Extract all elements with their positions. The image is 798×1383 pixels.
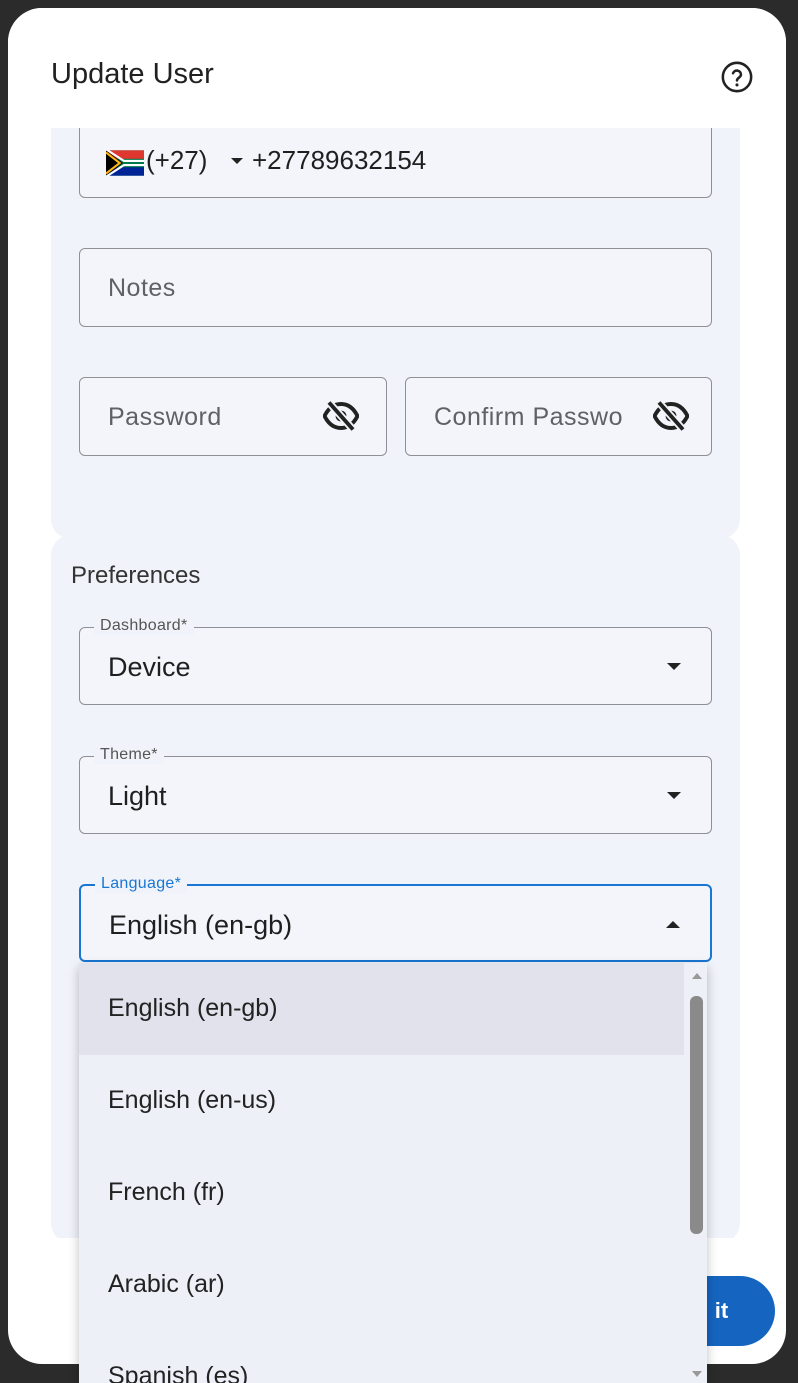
menu-scroll-thumb[interactable]	[690, 996, 703, 1234]
phone-country-code[interactable]: (+27)	[146, 145, 207, 176]
language-select[interactable]: Language* English (en-gb)	[79, 875, 712, 962]
theme-label: Theme*	[94, 746, 164, 764]
notes-placeholder: Notes	[108, 274, 176, 302]
dialog-title: Update User	[51, 58, 214, 90]
preferences-heading: Preferences	[71, 562, 201, 589]
password-placeholder: Password	[108, 403, 222, 431]
confirm-password-field[interactable]: Confirm Passwo	[405, 377, 712, 456]
chevron-down-icon[interactable]	[667, 792, 681, 799]
scroll-down-arrow-icon[interactable]	[692, 1371, 702, 1377]
password-field[interactable]: Password	[79, 377, 387, 456]
dashboard-label: Dashboard*	[94, 617, 194, 635]
menu-item-label: English (en-us)	[108, 1086, 277, 1114]
menu-item-ar[interactable]: Arabic (ar)	[79, 1239, 684, 1331]
menu-item-fr[interactable]: French (fr)	[79, 1147, 684, 1239]
dashboard-value: Device	[108, 652, 191, 682]
dialog-scrollbar[interactable]	[784, 128, 786, 1238]
language-value: English (en-gb)	[109, 910, 293, 940]
theme-value: Light	[108, 781, 167, 811]
language-label: Language*	[95, 875, 188, 893]
eye-off-icon[interactable]	[323, 401, 359, 431]
eye-off-icon[interactable]	[653, 401, 689, 431]
chevron-up-icon[interactable]	[666, 921, 680, 928]
menu-item-label: Arabic (ar)	[108, 1270, 225, 1298]
help-circle-icon[interactable]	[720, 60, 754, 94]
phone-field[interactable]: (+27) +27789632154	[79, 128, 712, 198]
menu-item-en-gb[interactable]: English (en-gb)	[79, 963, 684, 1055]
menu-item-label: French (fr)	[108, 1178, 225, 1206]
south-africa-flag-icon[interactable]	[106, 150, 144, 176]
menu-item-label: Spanish (es)	[108, 1362, 249, 1383]
dashboard-select[interactable]: Dashboard* Device	[79, 617, 712, 705]
phone-number-value[interactable]: +27789632154	[252, 145, 426, 176]
menu-item-es[interactable]: Spanish (es)	[79, 1331, 684, 1383]
menu-item-label: English (en-gb)	[108, 994, 278, 1022]
menu-item-en-us[interactable]: English (en-us)	[79, 1055, 684, 1147]
chevron-down-icon[interactable]	[667, 663, 681, 670]
language-dropdown-menu: English (en-gb) English (en-us) French (…	[79, 963, 707, 1383]
confirm-password-placeholder: Confirm Passwo	[434, 403, 623, 431]
dialog-header: Update User	[8, 8, 786, 128]
theme-select[interactable]: Theme* Light	[79, 746, 712, 834]
notes-field[interactable]: Notes	[79, 248, 712, 327]
scroll-up-arrow-icon[interactable]	[692, 973, 702, 979]
chevron-down-icon[interactable]	[231, 158, 243, 164]
